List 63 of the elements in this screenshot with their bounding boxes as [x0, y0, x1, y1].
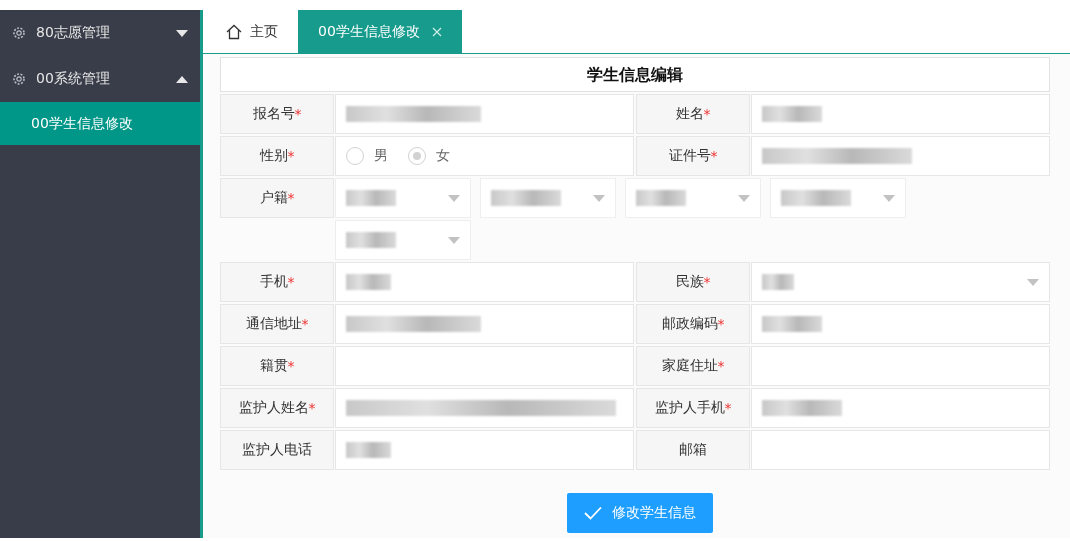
field-label: 监护人手机*: [636, 388, 750, 428]
field-label: 姓名*: [636, 94, 750, 134]
caret-down-icon: [448, 195, 460, 202]
select-field[interactable]: [480, 178, 616, 218]
caret-down-icon: [448, 237, 460, 244]
input-field[interactable]: [751, 136, 1050, 176]
input-field[interactable]: [751, 388, 1050, 428]
caret-down-icon: [738, 195, 750, 202]
input-field[interactable]: [335, 304, 634, 344]
field-label: 籍贯*: [220, 346, 334, 386]
field-label: 邮政编码*: [636, 304, 750, 344]
input-field[interactable]: [335, 262, 634, 302]
field-label: 民族*: [636, 262, 750, 302]
field-label: 通信地址*: [220, 304, 334, 344]
menu-item[interactable]: 00系统管理: [0, 56, 200, 102]
caret-down-icon: [593, 195, 605, 202]
blurred-value: [346, 442, 391, 458]
field-label: 监护人姓名*: [220, 388, 334, 428]
field-label: 证件号*: [636, 136, 750, 176]
input-field[interactable]: [751, 94, 1050, 134]
blurred-value: [762, 106, 822, 122]
select-field[interactable]: [770, 178, 906, 218]
form-title: 学生信息编辑: [220, 57, 1050, 92]
field-label: 手机*: [220, 262, 334, 302]
caret-down-icon: [1027, 279, 1039, 286]
field-label: 家庭住址*: [636, 346, 750, 386]
gear-icon: [11, 25, 27, 41]
field-label: 邮箱: [636, 430, 750, 470]
input-field[interactable]: [335, 430, 634, 470]
input-field[interactable]: [751, 346, 1050, 386]
input-field[interactable]: [335, 388, 634, 428]
blurred-value: [346, 232, 396, 248]
tab[interactable]: 00学生信息修改: [298, 10, 462, 53]
field-label: 报名号*: [220, 94, 334, 134]
field-label: 监护人电话: [220, 430, 334, 470]
select-field[interactable]: [625, 178, 761, 218]
blurred-value: [781, 190, 851, 206]
select-field[interactable]: [335, 220, 471, 260]
check-icon: [584, 506, 602, 520]
radio-option[interactable]: 男: [346, 147, 388, 165]
input-field[interactable]: [751, 430, 1050, 470]
blurred-value: [346, 190, 396, 206]
caret-down-icon: [176, 29, 188, 37]
close-icon[interactable]: [431, 26, 442, 37]
menu-item[interactable]: 80志愿管理: [0, 10, 200, 56]
caret-down-icon: [883, 195, 895, 202]
input-field[interactable]: [335, 94, 634, 134]
field-label: 户籍*: [220, 178, 334, 218]
select-field[interactable]: [751, 262, 1050, 302]
home-icon: [226, 23, 242, 40]
blurred-value: [346, 274, 391, 290]
gear-icon: [11, 71, 27, 87]
input-field[interactable]: [335, 346, 634, 386]
blurred-value: [491, 190, 561, 206]
caret-up-icon: [176, 75, 188, 83]
submenu-item[interactable]: 00学生信息修改: [0, 102, 200, 145]
blurred-value: [762, 274, 794, 290]
blurred-value: [762, 316, 822, 332]
input-field[interactable]: [751, 304, 1050, 344]
select-field[interactable]: [335, 178, 471, 218]
blurred-value: [636, 190, 686, 206]
field-label: 性别*: [220, 136, 334, 176]
radio-option[interactable]: 女: [408, 147, 450, 165]
